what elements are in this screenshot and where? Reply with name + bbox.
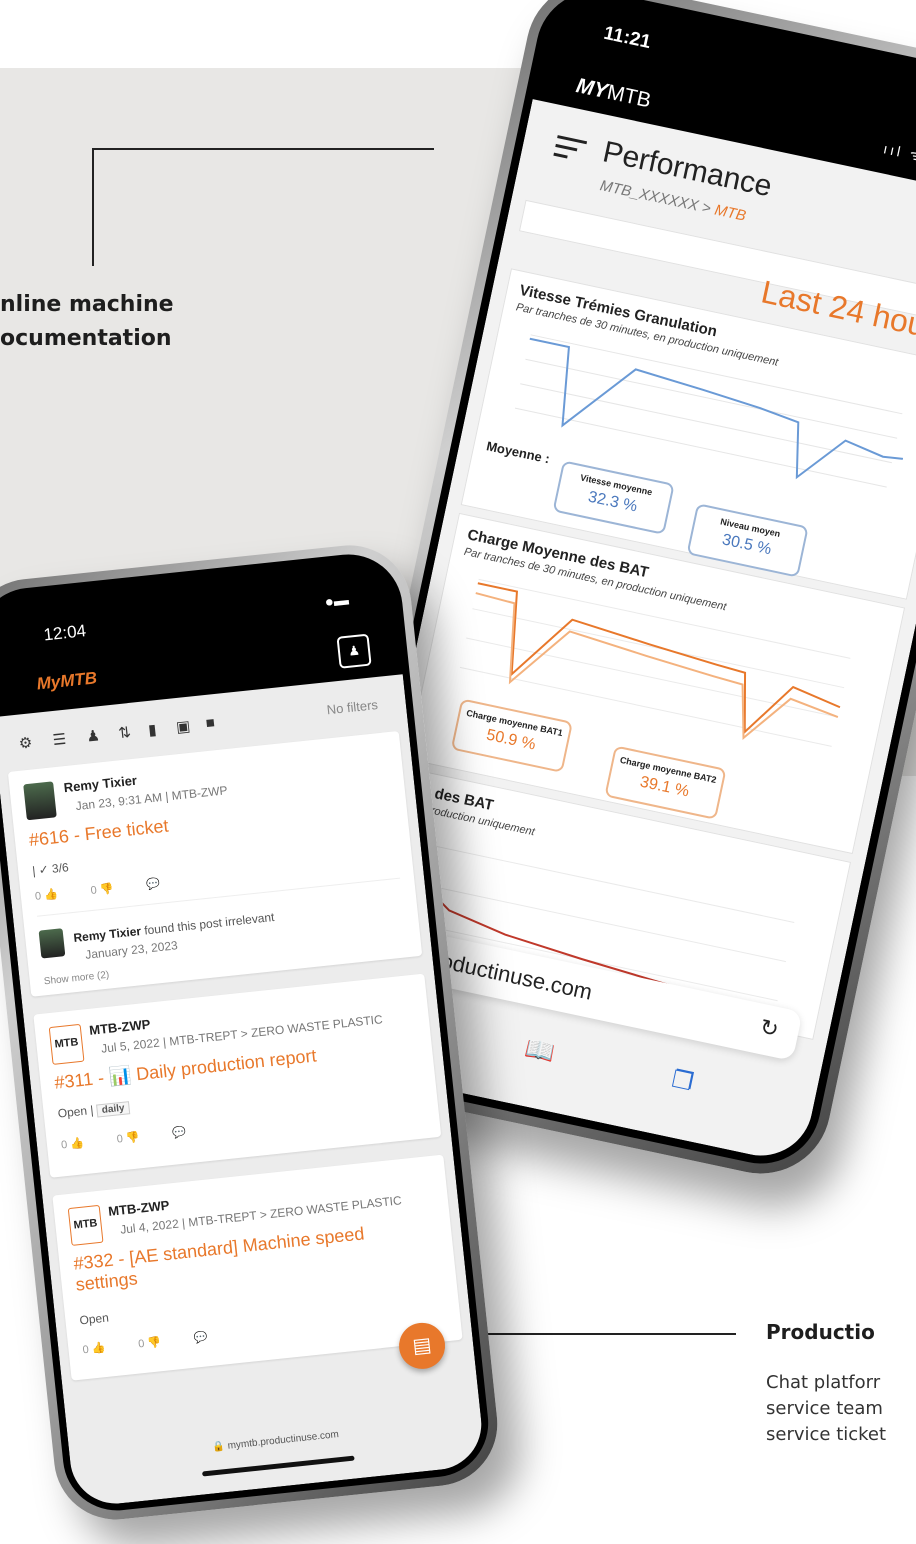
home-indicator (201, 1455, 355, 1477)
moyenne-label: Moyenne : (485, 438, 552, 467)
callout-line-doc-v (92, 148, 94, 266)
mymtb-logo: MYMTB (574, 74, 653, 113)
ticket-progress: | ✓ 3/6 (31, 860, 70, 878)
stat-charge-bat1: Charge moyenne BAT1 50.9 % (450, 698, 574, 773)
callout-doc-title-2: ocumentation (0, 326, 172, 351)
dislike-button[interactable]: 0 👎 (90, 883, 114, 897)
like-button[interactable]: 0 👍 (34, 889, 58, 903)
tabs-icon[interactable]: ❐ (669, 1065, 696, 1098)
settings-icon[interactable]: ⚙ (18, 733, 33, 752)
filter-status: No filters (325, 697, 379, 718)
ticket-title[interactable]: #311 - 📊 Daily production report (54, 1045, 318, 1093)
logo-bold: MY (574, 74, 610, 104)
status-text: Open | (57, 1102, 95, 1121)
ticket-title[interactable]: #332 - [AE standard] Machine speed setti… (73, 1223, 375, 1296)
dislike-button[interactable]: 0 👎 (138, 1336, 162, 1350)
tag-badge[interactable]: daily (96, 1101, 131, 1118)
callout-prod-desc-3: service ticket (766, 1424, 887, 1445)
person-filter-icon[interactable]: ♟ (86, 726, 101, 745)
callout-line-doc-h (92, 148, 434, 150)
signal-wifi-battery-icon: ııl ᯤ ▬ (882, 140, 916, 169)
like-button[interactable]: 0 👍 (82, 1342, 106, 1356)
bookmarks-icon[interactable]: 📖 (522, 1034, 557, 1069)
callout-doc-title-1: nline machine (0, 292, 174, 317)
ticket-status: Open | daily (57, 1099, 131, 1121)
status-time: 11:21 (601, 22, 653, 54)
stat-charge-bat2: Charge moyenne BAT2 39.1 % (604, 745, 727, 820)
dislike-button[interactable]: 0 👎 (116, 1131, 140, 1145)
avatar (23, 781, 57, 821)
ticket-card[interactable]: MTB MTB-ZWP Jul 5, 2022 | MTB-TREPT > ZE… (33, 973, 442, 1178)
comment-icon[interactable]: 💬 (193, 1331, 208, 1344)
mymtb-logo[interactable]: MyMTB (36, 668, 98, 694)
user-icon[interactable]: ♟ (336, 633, 372, 669)
ticket-title[interactable]: #616 - Free ticket (28, 816, 169, 852)
ticket-author: Remy Tixier (62, 772, 138, 796)
ticket-card[interactable]: Remy Tixier Jan 23, 9:31 AM | MTB-ZWP #6… (7, 730, 423, 997)
save-icon[interactable]: ▣ (175, 717, 191, 736)
callout-line-prod (468, 1333, 736, 1335)
browser-url[interactable]: 🔒 mymtb.productinuse.com (70, 1414, 482, 1468)
show-more-link[interactable]: Show more (2) (43, 970, 109, 988)
sort-icon[interactable]: ⇅ (117, 723, 132, 742)
mtb-avatar: MTB (67, 1204, 104, 1246)
trash-icon[interactable]: ▮ (147, 720, 157, 739)
comment-avatar (38, 928, 66, 959)
callout-prod-title: Productio (766, 1320, 875, 1344)
logo-rest: MTB (604, 80, 654, 113)
ticket-list: ⚙ ☰ ♟ ⇅ ▮ ▣ ■ No filters Remy Tixier Jan… (0, 674, 486, 1509)
ticket-author: MTB-ZWP (88, 1016, 152, 1038)
list-icon[interactable]: ☰ (52, 730, 67, 749)
stat-vitesse-moyenne: Vitesse moyenne 32.3 % (552, 460, 675, 535)
callout-prod-desc-2: service team (766, 1398, 883, 1419)
callout-prod-desc-1: Chat platforr (766, 1372, 881, 1393)
mtb-avatar: MTB (48, 1023, 85, 1065)
ticket-status: Open (78, 1310, 110, 1328)
reload-icon[interactable]: ↻ (758, 1014, 781, 1043)
reactions: 0 👍 0 👎 💬 (82, 1327, 238, 1356)
ticket-author: MTB-ZWP (107, 1197, 171, 1219)
hamburger-menu-icon[interactable] (552, 135, 588, 168)
breadcrumb-current: MTB (713, 201, 748, 225)
comment-icon[interactable]: 💬 (172, 1126, 187, 1139)
folder-icon[interactable]: ■ (205, 714, 216, 732)
comment-author: Remy Tixier (72, 924, 142, 946)
comment-icon[interactable]: 💬 (146, 878, 161, 891)
tickets-screen: 12:04 ●▬ MyMTB ♟ ⚙ ☰ ♟ ⇅ ▮ ▣ ■ No filter… (0, 556, 486, 1509)
reactions: 0 👍 0 👎 💬 (34, 874, 190, 903)
wifi-battery-icon: ●▬ (323, 591, 350, 611)
like-button[interactable]: 0 👍 (61, 1137, 85, 1151)
status-time: 12:04 (42, 621, 87, 645)
comment-body: found this post irrelevant (143, 909, 276, 938)
reactions: 0 👍 0 👎 💬 (60, 1122, 216, 1151)
